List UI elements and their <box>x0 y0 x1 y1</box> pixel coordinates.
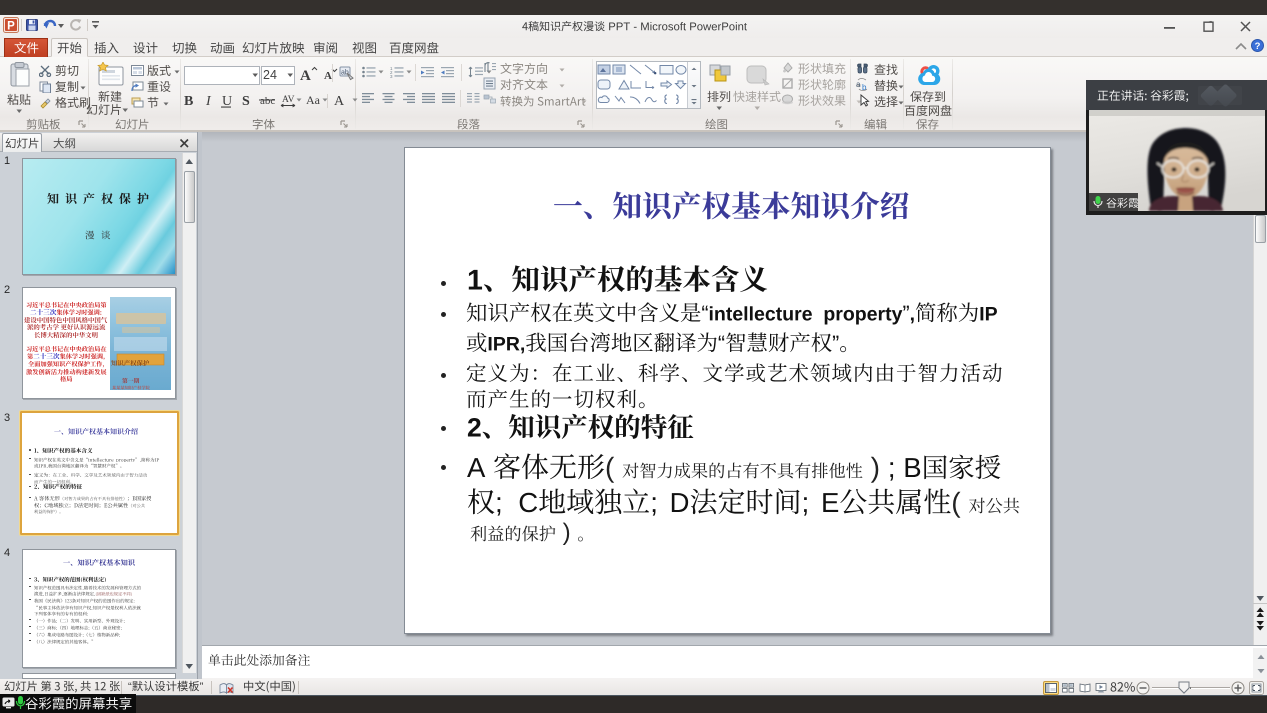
svg-text:3: 3 <box>390 74 393 78</box>
svg-text:abc: abc <box>260 95 275 107</box>
svg-text:A: A <box>334 94 345 109</box>
svg-text:I: I <box>205 94 212 109</box>
svg-text:S: S <box>242 94 250 109</box>
svg-text:B: B <box>184 94 193 109</box>
svg-text:A: A <box>324 70 332 82</box>
svg-text:?: ? <box>1255 41 1261 52</box>
svg-text:AV: AV <box>282 95 295 105</box>
svg-text:Aa: Aa <box>306 93 321 107</box>
svg-text:a: a <box>856 80 861 89</box>
svg-text:A: A <box>300 68 311 84</box>
svg-text:P: P <box>7 21 15 33</box>
